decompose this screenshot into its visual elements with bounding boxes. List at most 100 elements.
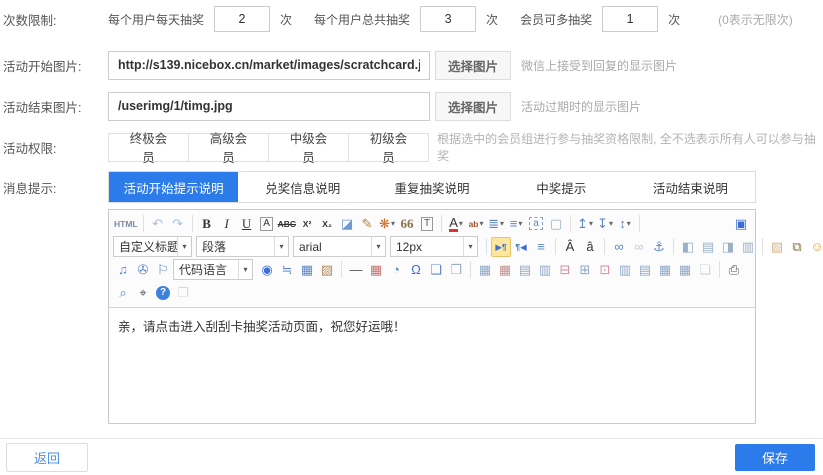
remove-format-eraser-icon[interactable]: ◪ [337,214,357,234]
daily-draw-count-input[interactable] [214,6,270,32]
auto-typeset-wand-icon[interactable]: ❋▾ [377,214,397,234]
back-button[interactable]: 返回 [6,443,88,472]
back-color-icon[interactable]: ab▾ [466,214,486,234]
simple-upload-icon[interactable]: ≒ [277,260,297,280]
end-image-url-input[interactable] [108,92,430,121]
toolbar-separator [570,215,571,232]
html-source-icon[interactable]: HTML [113,214,139,234]
horizontal-rule-icon[interactable]: — [346,260,366,280]
total-draw-count-input[interactable] [420,6,476,32]
image-align-left-icon[interactable]: ◧ [678,237,698,257]
undo-icon[interactable]: ↶ [148,214,168,234]
clear-doc-icon[interactable]: ▢ [546,214,566,234]
format-painter-brush-icon[interactable]: ✎ [357,214,377,234]
clipboard-disabled-icon[interactable]: ❐ [173,283,193,303]
paragraph-spacing-top-icon[interactable]: ↥▾ [575,214,595,234]
font-border-icon[interactable]: A [257,214,277,234]
font-size-select[interactable]: 12px▾ [390,236,478,257]
insert-template-icon[interactable]: ▦ [297,260,317,280]
insert-table-icon[interactable]: ▦ [475,260,495,280]
subscript-icon[interactable]: X₂ [317,214,337,234]
anchor-icon[interactable]: ⚓ [649,237,669,257]
ordered-list-icon[interactable]: ≣▾ [486,214,506,234]
editor-content[interactable]: 亲，请点击进入刮刮卡抽奖活动页面，祝您好运哦！ [109,308,755,428]
tab-3[interactable]: 重复抽奖说明 [367,172,496,202]
bold-icon[interactable]: B [197,214,217,234]
paragraph-format-select-value: 段落 [197,238,274,255]
image-align-right-icon[interactable]: ◨ [718,237,738,257]
image-align-center-icon[interactable]: ▥ [738,237,758,257]
member-extra-draw-count-input[interactable] [602,6,658,32]
help-icon[interactable]: ? [153,283,173,303]
insert-col-icon[interactable]: ⊞ [575,260,595,280]
insert-title-col-icon[interactable]: ▥ [535,260,555,280]
special-chars-icon[interactable]: Ω [406,260,426,280]
unlink-icon[interactable]: ∞ [629,237,649,257]
save-button[interactable]: 保存 [735,444,815,471]
screenshot-icon[interactable]: ⧉ [787,237,807,257]
paste-plain-icon[interactable]: T [417,214,437,234]
delete-row-icon[interactable]: ⊡ [595,260,615,280]
merge-right-icon[interactable]: ▥ [615,260,635,280]
insert-time-icon[interactable]: ◔ [386,260,406,280]
end-image-pick-button[interactable]: 选择图片 [435,92,511,121]
custom-title-select-value: 自定义标题 [114,238,177,255]
scratch-card-activity-form: 次数限制: 每个用户每天抽奖次每个用户总共抽奖次会员可多抽奖次 (0表示无限次)… [0,5,823,475]
permission-option-1[interactable]: 终极会员 [108,133,189,162]
merge-cells-icon[interactable]: ▦ [655,260,675,280]
start-image-url-input[interactable] [108,51,430,80]
daily-draw-count-label: 每个用户每天抽奖 [108,11,204,28]
find-replace-icon[interactable]: ⌖ [133,283,153,303]
select-all-icon[interactable]: a [526,214,546,234]
image-transfer-icon[interactable]: ❐ [446,260,466,280]
font-color-icon[interactable]: A▾ [446,214,466,234]
font-family-select[interactable]: arial▾ [293,236,386,257]
insert-code-icon[interactable]: ◉ [257,260,277,280]
insert-image-icon[interactable]: ▧ [767,237,787,257]
merge-down-icon[interactable]: ▤ [635,260,655,280]
delete-table-icon[interactable]: ▦ [495,260,515,280]
paragraph-spacing-bottom-icon[interactable]: ↧▾ [595,214,615,234]
insert-snippet-icon[interactable]: ❏ [426,260,446,280]
italic-icon[interactable]: I [217,214,237,234]
doc-reader-icon[interactable]: ❏ [695,260,715,280]
tab-4[interactable]: 中奖提示 [497,172,626,202]
to-uppercase-icon[interactable]: Â [560,237,580,257]
strikethrough-icon[interactable]: ABC [277,214,297,234]
insert-date-icon[interactable]: ▦ [366,260,386,280]
start-image-pick-button[interactable]: 选择图片 [435,51,511,80]
unordered-list-icon[interactable]: ≡▾ [506,214,526,234]
attachment-icon[interactable]: ✇ [133,260,153,280]
tab-1[interactable]: 活动开始提示说明 [109,172,238,202]
permission-option-2[interactable]: 高级会员 [188,133,269,162]
scene-icon[interactable]: ▨ [317,260,337,280]
direction-ltr-icon[interactable]: ▶¶ [491,237,511,257]
code-language-select[interactable]: 代码语言▾ [173,259,253,280]
preview-monitor-icon[interactable]: ▣ [731,214,751,234]
search-icon[interactable]: ⌕ [113,283,133,303]
print-icon[interactable]: ⎙ [724,260,744,280]
redo-icon[interactable]: ↷ [168,214,188,234]
permission-option-3[interactable]: 中级会员 [268,133,349,162]
paragraph-format-select[interactable]: 段落▾ [196,236,289,257]
line-height-icon[interactable]: ↕▾ [615,214,635,234]
emoticon-icon[interactable]: ☺ [807,237,823,257]
indent-icon[interactable]: ≡ [531,237,551,257]
to-lowercase-icon[interactable]: â [580,237,600,257]
insert-music-icon[interactable]: ♫ [113,260,133,280]
underline-icon[interactable]: U [237,214,257,234]
font-family-select-value: arial [294,240,371,254]
custom-title-select[interactable]: 自定义标题▾ [113,236,192,257]
permission-option-4[interactable]: 初级会员 [348,133,429,162]
direction-rtl-icon[interactable]: ¶◀ [511,237,531,257]
tab-2[interactable]: 兑奖信息说明 [238,172,367,202]
link-icon[interactable]: ∞ [609,237,629,257]
blockquote-icon[interactable]: 66 [397,214,417,234]
split-cells-icon[interactable]: ▦ [675,260,695,280]
insert-title-row-icon[interactable]: ▤ [515,260,535,280]
tab-5[interactable]: 活动结束说明 [626,172,755,202]
superscript-icon[interactable]: X² [297,214,317,234]
image-align-inline-icon[interactable]: ▤ [698,237,718,257]
insert-map-icon[interactable]: ⚐ [153,260,173,280]
insert-row-icon[interactable]: ⊟ [555,260,575,280]
